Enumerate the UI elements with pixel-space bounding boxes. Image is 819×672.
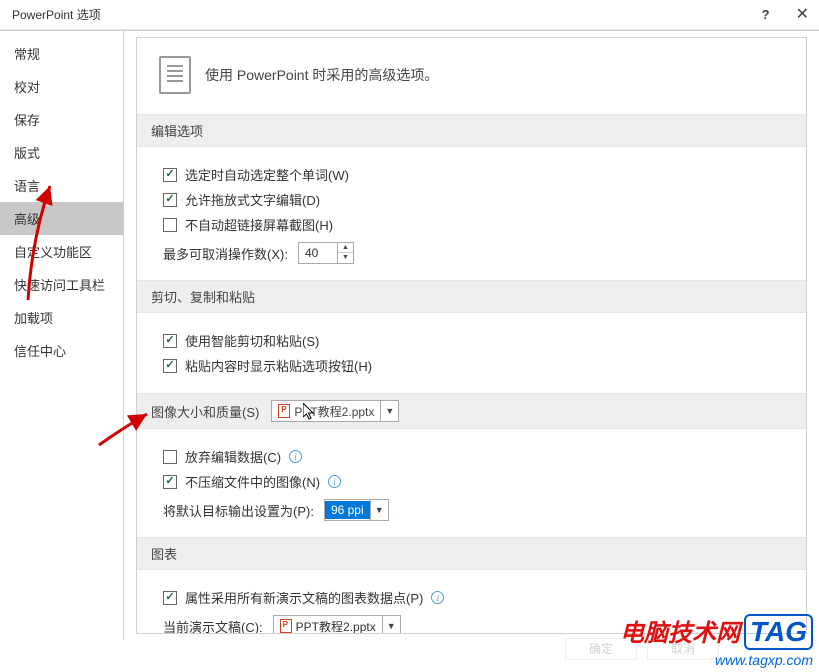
- checkbox-label: 粘贴内容时显示粘贴选项按钮(H): [185, 356, 372, 375]
- sidebar-item-save[interactable]: 保存: [0, 103, 123, 136]
- section-image-title: 图像大小和质量(S): [151, 402, 259, 421]
- sidebar-item-advanced[interactable]: 高级: [0, 202, 123, 235]
- max-undo-row: 最多可取消操作数(X): 40 ▲ ▼: [163, 242, 788, 264]
- checkbox-no-auto-hyperlink[interactable]: 不自动超链接屏幕截图(H): [163, 215, 788, 234]
- section-cutcopy-header: 剪切、复制和粘贴: [137, 280, 806, 313]
- section-image-header: 图像大小和质量(S) PPT教程2.pptx ▼: [137, 393, 806, 429]
- options-page-icon: [159, 56, 191, 94]
- checkmark-icon: [163, 168, 177, 182]
- sidebar-item-customize-ribbon[interactable]: 自定义功能区: [0, 235, 123, 268]
- checkbox-label: 不自动超链接屏幕截图(H): [185, 215, 333, 234]
- image-quality-file-dropdown[interactable]: PPT教程2.pptx ▼: [271, 400, 399, 422]
- checkbox-empty-icon: [163, 218, 177, 232]
- checkbox-label: 使用智能剪切和粘贴(S): [185, 331, 319, 350]
- pptx-file-icon: [278, 404, 290, 418]
- page-header: 使用 PowerPoint 时采用的高级选项。: [137, 38, 806, 114]
- section-editing-body: 选定时自动选定整个单词(W) 允许拖放式文字编辑(D) 不自动超链接屏幕截图(H…: [137, 157, 806, 280]
- chevron-down-icon[interactable]: ▼: [382, 616, 400, 634]
- info-icon[interactable]: i: [328, 475, 341, 488]
- close-button[interactable]: ✕: [796, 7, 809, 23]
- checkbox-empty-icon: [163, 450, 177, 464]
- checkbox-label: 允许拖放式文字编辑(D): [185, 190, 320, 209]
- checkbox-label: 选定时自动选定整个单词(W): [185, 165, 349, 184]
- checkbox-chart-all-new-docs[interactable]: 属性采用所有新演示文稿的图表数据点(P) i: [163, 588, 788, 607]
- dropdown-value: 96 ppi: [325, 501, 370, 519]
- content-scroll[interactable]: 使用 PowerPoint 时采用的高级选项。 编辑选项 选定时自动选定整个单词…: [136, 37, 807, 634]
- checkmark-icon: [163, 193, 177, 207]
- checkmark-icon: [163, 475, 177, 489]
- section-cutcopy-body: 使用智能剪切和粘贴(S) 粘贴内容时显示粘贴选项按钮(H): [137, 323, 806, 393]
- spinner-value[interactable]: 40: [299, 246, 337, 260]
- dropdown-value: PPT教程2.pptx: [296, 618, 376, 635]
- sidebar-item-proofing[interactable]: 校对: [0, 70, 123, 103]
- titlebar: PowerPoint 选项 ? ✕: [0, 0, 819, 30]
- titlebar-controls: ? ✕: [762, 7, 809, 23]
- current-document-label: 当前演示文稿(C):: [163, 617, 263, 635]
- watermark: 电脑技术网 TAG www.tagxp.com: [620, 613, 813, 668]
- section-image-body: 放弃编辑数据(C) i 不压缩文件中的图像(N) i 将默认目标输出设置为(P)…: [137, 439, 806, 537]
- checkbox-do-not-compress-images[interactable]: 不压缩文件中的图像(N) i: [163, 472, 788, 491]
- info-icon[interactable]: i: [289, 450, 302, 463]
- default-resolution-label: 将默认目标输出设置为(P):: [163, 501, 314, 520]
- spinner-up-icon[interactable]: ▲: [338, 243, 353, 253]
- checkbox-label: 属性采用所有新演示文稿的图表数据点(P): [185, 588, 423, 607]
- sidebar-item-language[interactable]: 语言: [0, 169, 123, 202]
- default-resolution-dropdown[interactable]: 96 ppi ▼: [324, 499, 389, 521]
- checkbox-smart-cut-paste[interactable]: 使用智能剪切和粘贴(S): [163, 331, 788, 350]
- default-resolution-row: 将默认目标输出设置为(P): 96 ppi ▼: [163, 499, 788, 521]
- sidebar-item-qat[interactable]: 快速访问工具栏: [0, 268, 123, 301]
- page-subtitle: 使用 PowerPoint 时采用的高级选项。: [205, 65, 438, 85]
- info-icon[interactable]: i: [431, 591, 444, 604]
- checkbox-discard-editing-data[interactable]: 放弃编辑数据(C) i: [163, 447, 788, 466]
- sidebar-item-layout[interactable]: 版式: [0, 136, 123, 169]
- section-chart-header: 图表: [137, 537, 806, 570]
- max-undo-spinner[interactable]: 40 ▲ ▼: [298, 242, 354, 264]
- chevron-down-icon[interactable]: ▼: [380, 401, 398, 421]
- checkbox-show-paste-options[interactable]: 粘贴内容时显示粘贴选项按钮(H): [163, 356, 788, 375]
- spinner-down-icon[interactable]: ▼: [338, 253, 353, 263]
- dropdown-value: PPT教程2.pptx: [294, 403, 374, 420]
- checkmark-icon: [163, 359, 177, 373]
- watermark-tag: TAG: [744, 614, 813, 650]
- checkbox-drag-drop-edit[interactable]: 允许拖放式文字编辑(D): [163, 190, 788, 209]
- chevron-down-icon[interactable]: ▼: [370, 500, 388, 520]
- checkbox-select-whole-word[interactable]: 选定时自动选定整个单词(W): [163, 165, 788, 184]
- dialog-body: 常规 校对 保存 版式 语言 高级 自定义功能区 快速访问工具栏 加载项 信任中…: [0, 30, 819, 640]
- section-editing-header: 编辑选项: [137, 114, 806, 147]
- sidebar-item-addins[interactable]: 加载项: [0, 301, 123, 334]
- sidebar-item-general[interactable]: 常规: [0, 37, 123, 70]
- pptx-file-icon: [280, 619, 292, 633]
- help-button[interactable]: ?: [762, 7, 770, 22]
- max-undo-label: 最多可取消操作数(X):: [163, 244, 288, 263]
- dialog-title: PowerPoint 选项: [12, 6, 101, 23]
- checkbox-label: 不压缩文件中的图像(N): [185, 472, 320, 491]
- category-sidebar: 常规 校对 保存 版式 语言 高级 自定义功能区 快速访问工具栏 加载项 信任中…: [0, 31, 124, 640]
- checkmark-icon: [163, 334, 177, 348]
- content-area: 使用 PowerPoint 时采用的高级选项。 编辑选项 选定时自动选定整个单词…: [124, 31, 819, 640]
- sidebar-item-trust-center[interactable]: 信任中心: [0, 334, 123, 367]
- watermark-url: www.tagxp.com: [620, 652, 813, 668]
- current-document-dropdown[interactable]: PPT教程2.pptx ▼: [273, 615, 401, 634]
- watermark-text-cn: 电脑技术网: [620, 613, 740, 648]
- checkbox-label: 放弃编辑数据(C): [185, 447, 281, 466]
- checkmark-icon: [163, 591, 177, 605]
